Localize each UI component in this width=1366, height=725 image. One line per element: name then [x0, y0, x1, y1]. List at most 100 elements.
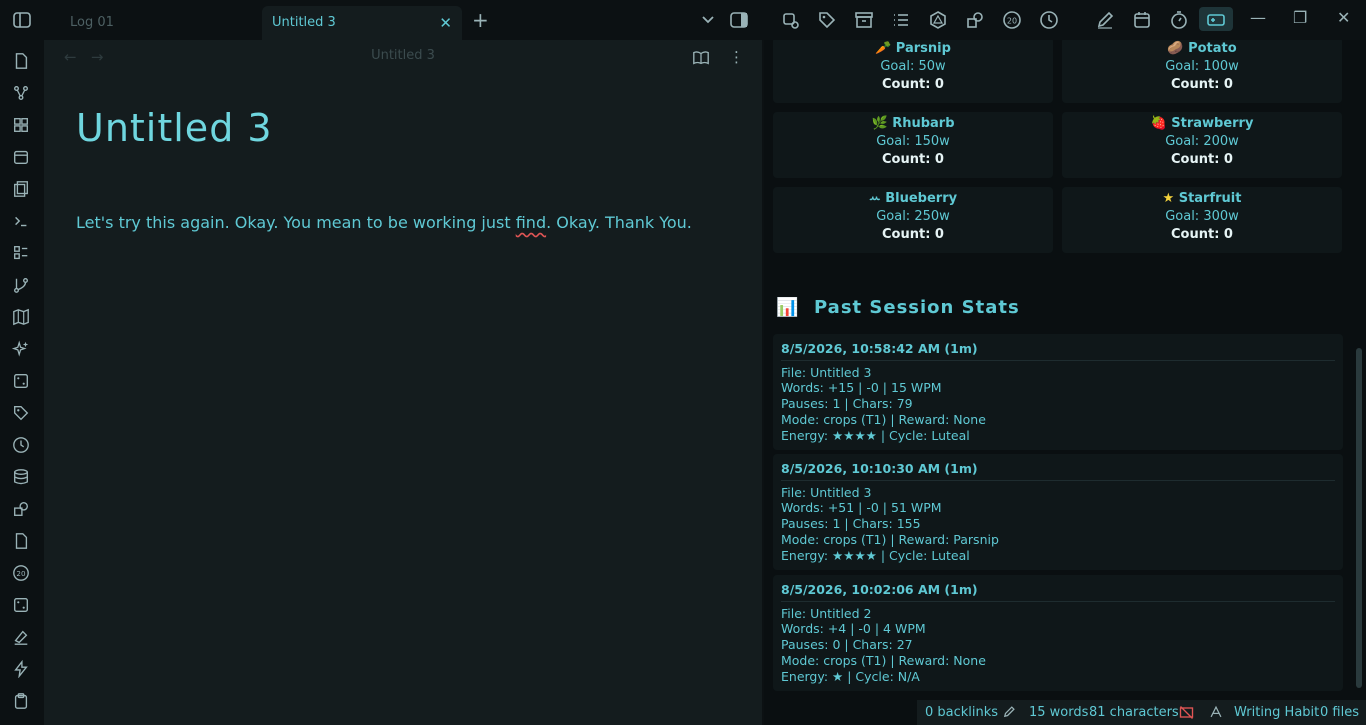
session-words: Words: +15 | -0 | 15 WPM — [781, 380, 942, 396]
view-header-title[interactable]: Untitled 3 — [44, 48, 762, 63]
crop-name: Rhubarb — [892, 116, 955, 131]
session-words: Words: +4 | -0 | 4 WPM — [781, 621, 926, 637]
crop-card-starfruit: ★ Starfruit Goal: 300w Count: 0 — [1062, 187, 1342, 253]
writing-habit-status[interactable]: Writing Habit — [1234, 705, 1319, 720]
close-tab-icon[interactable]: ✕ — [439, 14, 452, 32]
sync-off-icon[interactable] — [1179, 705, 1194, 724]
crop-card-strawberry: 🍓 Strawberry Goal: 200w Count: 0 — [1062, 112, 1342, 178]
crop-goal: Goal: 250w — [876, 209, 950, 224]
calendar-icon[interactable] — [1132, 10, 1152, 30]
shapes-icon[interactable] — [965, 10, 985, 30]
session-words: Words: +51 | -0 | 51 WPM — [781, 500, 942, 516]
potato-icon: 🥔 — [1167, 41, 1184, 56]
clipboard-icon[interactable] — [12, 692, 32, 712]
archive-icon[interactable] — [854, 10, 874, 30]
clock-icon[interactable] — [1039, 10, 1059, 30]
d20-number-icon[interactable]: 20 — [1002, 10, 1022, 30]
tab-list-chevron-icon[interactable] — [698, 10, 718, 30]
session-pauses: Pauses: 1 | Chars: 155 — [781, 516, 921, 532]
daily-note-calendar-icon[interactable] — [12, 148, 32, 168]
list-icon[interactable] — [891, 10, 911, 30]
d20-number-icon[interactable]: 20 — [12, 564, 32, 584]
crop-name: Blueberry — [885, 191, 958, 206]
kanban-icon[interactable] — [12, 244, 32, 264]
session-energy: Energy: ★ | Cycle: N/A — [781, 668, 920, 684]
close-window-icon[interactable]: ✕ — [1337, 8, 1350, 27]
crop-goal: Goal: 50w — [880, 59, 946, 74]
document-body[interactable]: Let's try this again. Okay. You mean to … — [76, 213, 692, 232]
database-icon[interactable] — [12, 468, 32, 488]
tab-label: Untitled 3 — [272, 15, 336, 30]
strawberry-icon: 🍓 — [1150, 116, 1167, 131]
maximize-icon[interactable]: ❐ — [1293, 8, 1307, 27]
tab-label: Log 01 — [70, 15, 114, 30]
map-icon[interactable] — [12, 308, 32, 328]
svg-text:20: 20 — [16, 569, 26, 578]
session-timestamp: 8/5/2026, 10:58:42 AM (1m) — [781, 341, 1335, 361]
font-a-icon[interactable] — [1209, 705, 1223, 723]
file-icon[interactable] — [12, 532, 32, 552]
git-branch-icon[interactable] — [12, 276, 32, 296]
word-count: 15 words — [1029, 705, 1089, 720]
crop-goal: Goal: 300w — [1165, 209, 1239, 224]
misspelled-word[interactable]: find — [516, 213, 546, 232]
tab-log-01[interactable]: Log 01 — [60, 6, 260, 40]
crop-name: Parsnip — [895, 41, 951, 56]
left-ribbon: 20 — [0, 40, 44, 725]
session-timestamp: 8/5/2026, 10:10:30 AM (1m) — [781, 461, 1335, 481]
open-file-icon[interactable] — [12, 52, 32, 72]
terminal-icon[interactable] — [12, 212, 32, 232]
toggle-right-sidebar-icon[interactable] — [729, 10, 749, 30]
session-file: File: Untitled 3 — [781, 484, 872, 500]
stopwatch-icon[interactable] — [1169, 10, 1189, 30]
reading-view-book-icon[interactable] — [692, 48, 715, 66]
bar-chart-icon: 📊 — [776, 297, 800, 318]
graph-view-icon[interactable] — [12, 84, 32, 104]
blueberry-icon: ꕀ — [868, 191, 881, 206]
new-tab-icon[interactable]: + — [472, 8, 489, 32]
edit-pencil-icon[interactable] — [1002, 705, 1016, 723]
tab-untitled-3[interactable]: Untitled 3 ✕ — [262, 6, 462, 40]
session-mode: Mode: crops (T1) | Reward: Parsnip — [781, 531, 999, 547]
pencil-icon[interactable] — [1095, 10, 1115, 30]
d20-dice-icon[interactable] — [928, 10, 948, 30]
crop-name: Strawberry — [1171, 116, 1254, 131]
body-text: . Okay. Thank You. — [546, 213, 692, 232]
dice-share-icon[interactable] — [780, 10, 800, 30]
shapes-icon[interactable] — [12, 500, 32, 520]
toggle-left-sidebar-icon[interactable] — [12, 10, 32, 30]
editor-pane: ← → Untitled 3 ⋮ Untitled 3 Let's try th… — [44, 40, 762, 725]
minimize-icon[interactable]: — — [1250, 8, 1266, 27]
panel-scrollbar[interactable] — [1356, 348, 1362, 688]
random-dice-icon[interactable] — [12, 596, 32, 616]
session-mode: Mode: crops (T1) | Reward: None — [781, 411, 986, 427]
tags-icon[interactable] — [817, 10, 837, 30]
more-options-icon[interactable]: ⋮ — [729, 48, 744, 66]
highlighter-icon[interactable] — [12, 628, 32, 648]
session-file: File: Untitled 3 — [781, 364, 872, 380]
session-energy: Energy: ★★★★ | Cycle: Luteal — [781, 547, 970, 563]
tag-icon[interactable] — [12, 404, 32, 424]
templates-icon[interactable] — [12, 180, 32, 200]
crop-count: Count: 0 — [882, 152, 944, 167]
title-bar: Log 01 Untitled 3 ✕ + 20 — ❐ ✕ — [0, 0, 1366, 40]
canvas-grid-icon[interactable] — [12, 116, 32, 136]
backlinks-count[interactable]: 0 backlinks — [925, 705, 998, 720]
history-clock-icon[interactable] — [12, 436, 32, 456]
document-title[interactable]: Untitled 3 — [76, 106, 273, 150]
star-icon: ★ — [1162, 191, 1175, 206]
gamepad-icon[interactable] — [1206, 10, 1226, 30]
carrot-icon: 🥕 — [875, 41, 892, 56]
session-card: 8/5/2026, 10:58:42 AM (1m) File: Untitle… — [773, 334, 1343, 451]
lightning-icon[interactable] — [12, 659, 32, 680]
view-actions: ⋮ — [692, 48, 744, 67]
crop-count: Count: 0 — [1171, 77, 1233, 92]
writing-habit-panel: 🥕 Parsnip Goal: 50w Count: 0 🥔 Potato Go… — [764, 40, 1366, 725]
crop-goal: Goal: 200w — [1165, 134, 1239, 149]
character-count: 81 characters — [1089, 705, 1179, 720]
dice-icon[interactable] — [12, 372, 32, 392]
session-card: 8/5/2026, 10:02:06 AM (1m) File: Untitle… — [773, 575, 1343, 692]
session-timestamp: 8/5/2026, 10:02:06 AM (1m) — [781, 582, 1335, 602]
crop-goal: Goal: 150w — [876, 134, 950, 149]
sparkles-icon[interactable] — [11, 340, 32, 360]
